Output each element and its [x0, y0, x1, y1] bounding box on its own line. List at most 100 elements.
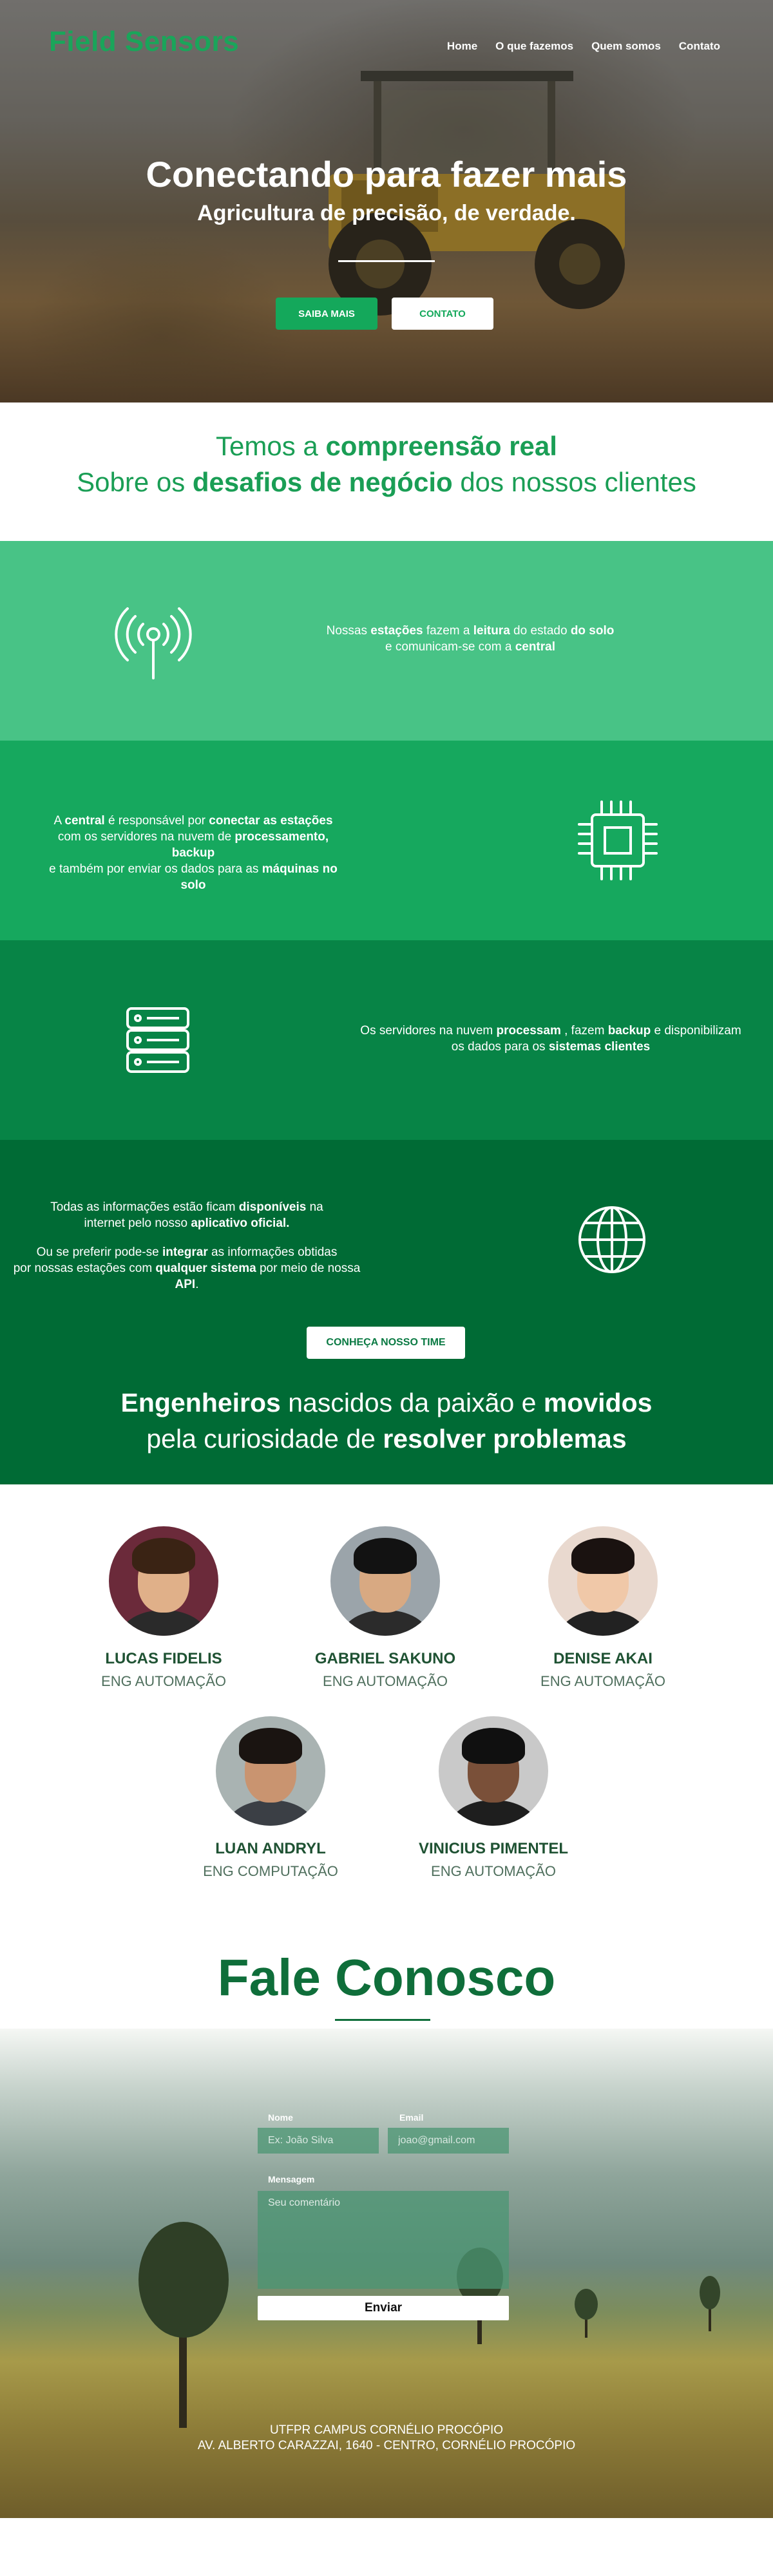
feature-emphasis: conectar as estações [209, 814, 333, 828]
feature-central: A central é responsável por conectar as … [0, 741, 773, 940]
feature-emphasis: backup [607, 1024, 651, 1037]
feature-text: os dados para os [451, 1040, 549, 1054]
message-textarea[interactable] [258, 2191, 509, 2289]
member-name: LUCAS FIDELIS [105, 1650, 222, 1667]
headline-emphasis: resolver problemas [383, 1424, 627, 1454]
central-text: A central é responsável por conectar as … [39, 813, 348, 893]
feature-text: Os servidores na nuvem [360, 1024, 497, 1037]
member-role: ENG AUTOMAÇÃO [431, 1863, 556, 1879]
footer-address: UTFPR CAMPUS CORNÉLIO PROCÓPIO AV. ALBER… [0, 2423, 773, 2454]
feature-emphasis: estações [370, 624, 423, 638]
feature-text: Nossas [326, 624, 371, 638]
tree-image [700, 2276, 720, 2331]
tree-image [575, 2289, 598, 2338]
feature-text: as informações obtidas [207, 1245, 338, 1259]
intro-text: Sobre os [77, 467, 193, 497]
member-role: ENG COMPUTAÇÃO [203, 1863, 338, 1879]
feature-text: A [53, 814, 65, 828]
member-name: LUAN ANDRYL [215, 1840, 326, 1857]
feature-text: do estado [510, 624, 571, 638]
member-name: DENISE AKAI [553, 1650, 653, 1667]
avatar [548, 1526, 658, 1636]
footer-line-1: UTFPR CAMPUS CORNÉLIO PROCÓPIO [269, 2423, 504, 2437]
servers-text: Os servidores na nuvem processam , fazem… [341, 1023, 760, 1055]
member-name: GABRIEL SAKUNO [314, 1650, 456, 1667]
headline-text: nascidos da paixão e [280, 1388, 544, 1417]
feature-text: fazem a [423, 624, 473, 638]
intro-line-1: Temos a compreensão real [0, 428, 773, 464]
feature-app: Todas as informações estão ficam disponí… [0, 1140, 773, 1484]
contact-title: Fale Conosco [217, 1949, 556, 2006]
hero-divider [338, 260, 435, 262]
member-role: ENG AUTOMAÇÃO [101, 1673, 226, 1689]
hero-subtitle: Agricultura de precisão, de verdade. [197, 201, 576, 225]
team-member-card: DENISE AKAI ENG AUTOMAÇÃO [506, 1526, 700, 1690]
send-button[interactable]: Enviar [258, 2296, 509, 2320]
team-member-card: LUCAS FIDELIS ENG AUTOMAÇÃO [67, 1526, 260, 1690]
feature-text: é responsável por [104, 814, 209, 828]
feature-emphasis: integrar [162, 1245, 208, 1259]
feature-emphasis: API [175, 1278, 196, 1291]
hero-title: Conectando para fazer mais [146, 154, 627, 194]
stations-text: Nossas estações fazem a leitura do estad… [322, 623, 618, 655]
feature-text: , fazem [560, 1024, 608, 1037]
feature-text: internet pelo nosso [84, 1217, 191, 1230]
team-section: LUCAS FIDELIS ENG AUTOMAÇÃO GABRIEL SAKU… [0, 1484, 773, 1929]
feature-text: e comunicam-se com a [385, 640, 515, 654]
intro-text: dos nossos clientes [452, 467, 696, 497]
feature-emphasis: processam [496, 1024, 561, 1037]
nav-home[interactable]: Home [447, 40, 477, 53]
team-member-card: LUAN ANDRYL ENG COMPUTAÇÃO [174, 1716, 367, 1880]
contato-button[interactable]: CONTATO [392, 298, 493, 330]
feature-text: e também por enviar os dados para as [49, 862, 262, 876]
feature-emphasis: central [515, 640, 555, 654]
feature-emphasis: qualquer sistema [155, 1262, 256, 1275]
tree-image [138, 2222, 229, 2428]
headline-emphasis: movidos [543, 1388, 653, 1417]
member-role: ENG AUTOMAÇÃO [540, 1673, 665, 1689]
intro-text: Temos a [216, 431, 326, 461]
feature-text: por meio de nossa [256, 1262, 361, 1275]
contact-divider [335, 2019, 430, 2021]
intro-emphasis: desafios de negócio [192, 467, 453, 497]
feature-text: na [306, 1200, 323, 1214]
avatar [439, 1716, 548, 1826]
footer-line-2: AV. ALBERTO CARAZZAI, 1640 - CENTRO, COR… [197, 2439, 576, 2452]
email-label: Email [399, 2112, 424, 2123]
avatar [216, 1716, 325, 1826]
main-nav: Home O que fazemos Quem somos Contato [447, 40, 720, 53]
feature-emphasis: central [64, 814, 105, 828]
feature-emphasis: aplicativo oficial. [191, 1217, 290, 1230]
message-label: Mensagem [268, 2174, 315, 2184]
globe-icon [578, 1206, 645, 1273]
saiba-mais-button[interactable]: SAIBA MAIS [276, 298, 377, 330]
feature-stations: Nossas estações fazem a leitura do estad… [0, 541, 773, 741]
avatar [330, 1526, 440, 1636]
headline-emphasis: Engenheiros [120, 1388, 281, 1417]
feature-emphasis: do solo [570, 624, 615, 638]
headline-text: pela curiosidade de [146, 1424, 383, 1454]
feature-text: por nossas estações com [13, 1262, 156, 1275]
brand-logo[interactable]: Field Sensors [49, 26, 239, 58]
intro-section: Temos a compreensão real Sobre os desafi… [0, 402, 773, 541]
brand-name: Field Sensors [49, 26, 240, 57]
feature-text: com os servidores na nuvem de [57, 830, 235, 844]
name-input[interactable] [258, 2128, 379, 2154]
feature-text: Todas as informações estão ficam [50, 1200, 239, 1214]
avatar [109, 1526, 218, 1636]
nav-o-que-fazemos[interactable]: O que fazemos [495, 40, 573, 53]
feature-servers: Os servidores na nuvem processam , fazem… [0, 940, 773, 1140]
feature-emphasis: sistemas clientes [548, 1040, 651, 1054]
server-icon [126, 1007, 189, 1073]
team-headline: Engenheiros nascidos da paixão e movidos… [0, 1385, 773, 1457]
feature-emphasis: leitura [473, 624, 510, 638]
feature-emphasis: disponíveis [238, 1200, 307, 1214]
team-member-card: VINICIUS PIMENTEL ENG AUTOMAÇÃO [397, 1716, 590, 1880]
conheca-time-button[interactable]: CONHEÇA NOSSO TIME [307, 1327, 465, 1359]
feature-text: e disponibilizam [651, 1024, 741, 1037]
feature-text: Ou se preferir pode-se [36, 1245, 162, 1259]
nav-quem-somos[interactable]: Quem somos [591, 40, 661, 53]
email-input[interactable] [388, 2128, 509, 2154]
nav-contato[interactable]: Contato [679, 40, 720, 53]
app-text: Todas as informações estão ficam disponí… [13, 1200, 361, 1291]
